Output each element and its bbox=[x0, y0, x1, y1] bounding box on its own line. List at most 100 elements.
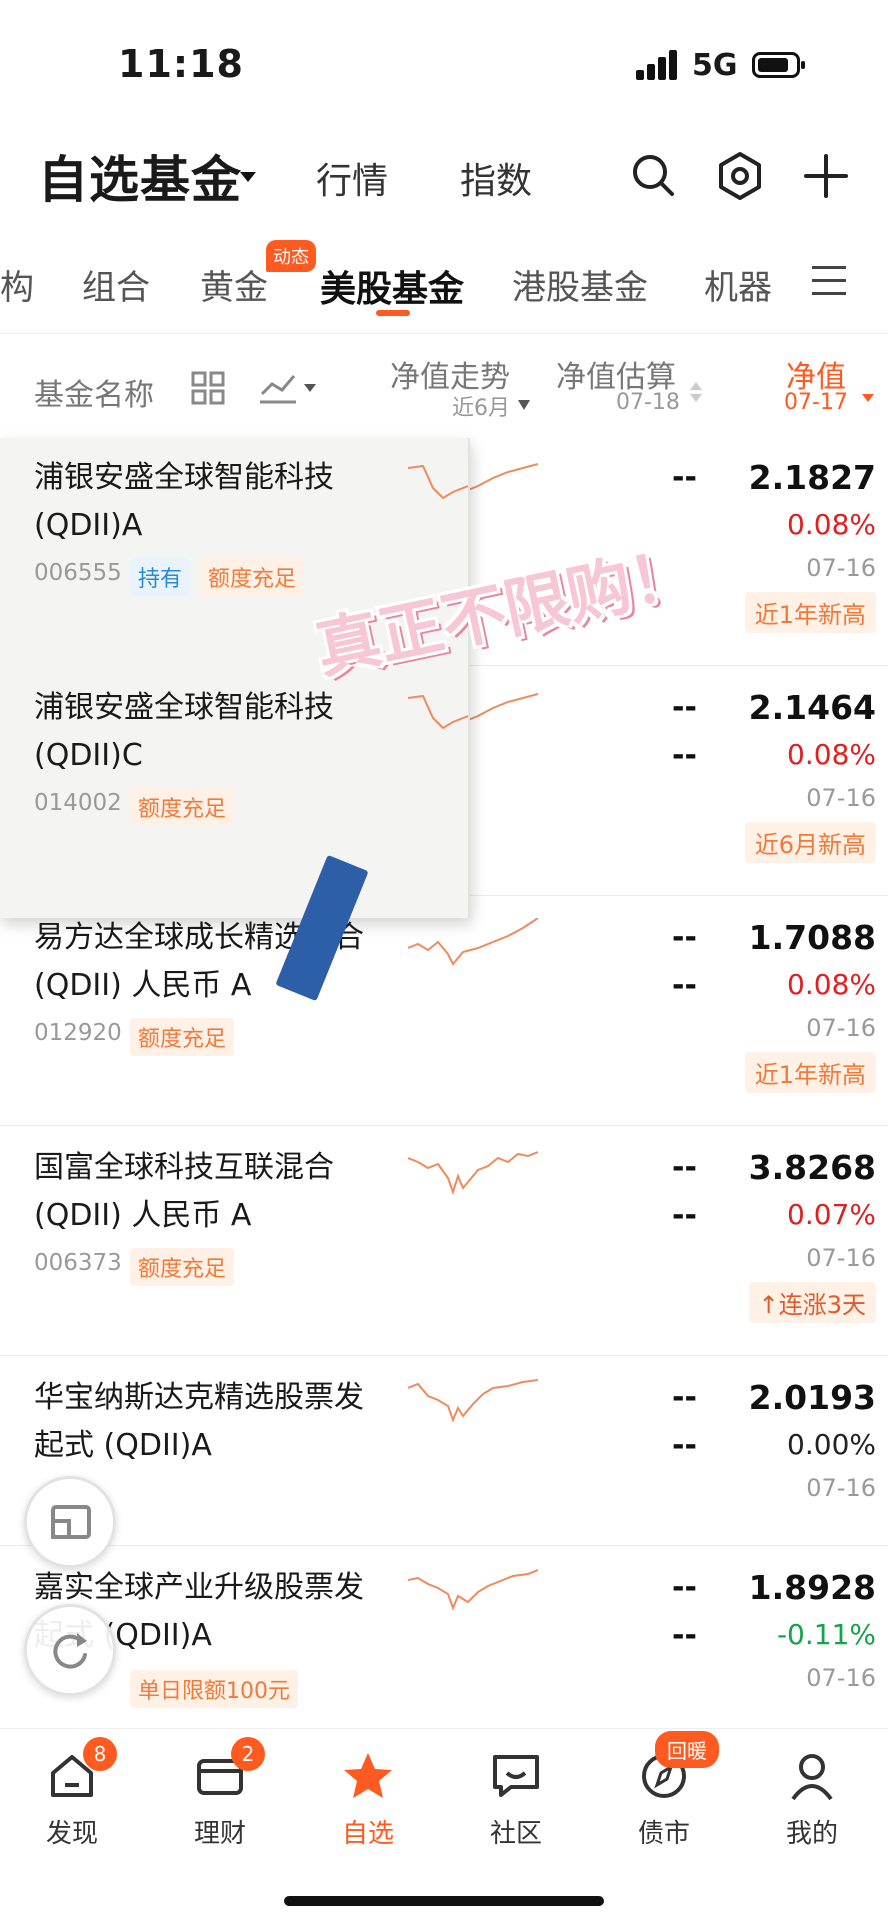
nav-value: 2.1827 bbox=[748, 458, 876, 497]
nav-change: -0.11% bbox=[776, 1618, 876, 1651]
photo-frame-overlay bbox=[0, 438, 470, 918]
settings-icon[interactable] bbox=[712, 148, 768, 204]
quota-chip: 额度充足 bbox=[130, 1248, 235, 1286]
nav-change: 0.08% bbox=[787, 738, 876, 771]
estimate-value: -- bbox=[672, 1380, 697, 1415]
trend-dropdown-icon[interactable] bbox=[518, 400, 530, 410]
nav-label: 社区 bbox=[489, 1819, 542, 1849]
up-arrow-icon: ↑ bbox=[758, 1291, 779, 1319]
status-badge: 回暖 bbox=[655, 1731, 719, 1768]
fund-name: 华宝纳斯达克精选股票发起式 (QDII)A bbox=[34, 1380, 364, 1463]
status-bar: 11:18 5G bbox=[0, 0, 888, 120]
tab-robot[interactable]: 机器 bbox=[704, 260, 772, 309]
nav-change: 0.00% bbox=[787, 1428, 876, 1461]
nav-label: 发现 bbox=[45, 1819, 98, 1849]
streak-tag: ↑连涨3天 bbox=[748, 1282, 876, 1323]
sparkline-chart bbox=[408, 1379, 538, 1423]
sort-up-icon[interactable] bbox=[690, 382, 702, 390]
col-nav-date: 07-17 bbox=[784, 390, 848, 415]
nav-label: 理财 bbox=[193, 1819, 246, 1849]
nav-community[interactable]: 社区 bbox=[466, 1749, 566, 1850]
sparkline-chart bbox=[408, 1569, 538, 1611]
fund-row[interactable]: 嘉实全球产业升级股票发起式 (QDII)A 单日限额100元 -- -- 1.8… bbox=[0, 1546, 888, 1736]
nav-label: 债市 bbox=[637, 1819, 690, 1849]
highlight-tag: 近6月新高 bbox=[744, 822, 876, 863]
nav-profile[interactable]: 我的 bbox=[762, 1749, 862, 1850]
highlight-tag: 近1年新高 bbox=[744, 1052, 876, 1093]
tab-portfolio[interactable]: 组合 bbox=[82, 260, 150, 309]
estimate-change: -- bbox=[672, 1428, 697, 1463]
nav-label: 我的 bbox=[785, 1819, 838, 1849]
nav-change: 0.07% bbox=[787, 1198, 876, 1231]
sparkline-chart bbox=[408, 1151, 538, 1196]
highlight-tag: 近1年新高 bbox=[744, 592, 876, 633]
estimate-change: -- bbox=[672, 1618, 697, 1653]
nav-wealth[interactable]: 2 理财 bbox=[170, 1737, 270, 1850]
nav-value: 1.8928 bbox=[748, 1568, 876, 1607]
chat-icon bbox=[493, 1755, 539, 1797]
fund-row[interactable]: 易方达全球成长精选混合 (QDII) 人民币 A 012920 额度充足 -- … bbox=[0, 896, 888, 1126]
nav-value: 3.8268 bbox=[748, 1148, 876, 1187]
nav-date: 07-16 bbox=[806, 554, 876, 582]
estimate-change: -- bbox=[672, 968, 697, 1003]
nav-bond-market[interactable]: 回暖 债市 bbox=[614, 1731, 719, 1850]
fund-row[interactable]: 国富全球科技互联混合 (QDII) 人民币 A 006373 额度充足 -- -… bbox=[0, 1126, 888, 1356]
network-label: 5G bbox=[692, 48, 738, 83]
tab-us-stock-funds[interactable]: 美股基金 bbox=[320, 260, 464, 312]
active-tab-indicator bbox=[376, 310, 410, 316]
tab-partial[interactable]: 构 bbox=[0, 260, 34, 309]
title-dropdown-icon[interactable] bbox=[240, 172, 256, 182]
nav-index[interactable]: 指数 bbox=[460, 152, 532, 204]
sparkline-chart bbox=[408, 918, 538, 966]
estimate-value: -- bbox=[672, 1150, 697, 1185]
mini-window-button[interactable] bbox=[24, 1476, 116, 1568]
tab-gold[interactable]: 黄金 bbox=[200, 260, 268, 309]
refresh-button[interactable] bbox=[24, 1604, 116, 1696]
star-icon bbox=[344, 1753, 392, 1798]
nav-change: 0.08% bbox=[787, 968, 876, 1001]
app-header: 自选基金 行情 指数 bbox=[0, 130, 888, 230]
daily-limit-chip: 单日限额100元 bbox=[130, 1670, 298, 1708]
nav-date: 07-16 bbox=[806, 1244, 876, 1272]
fund-code: 006373 bbox=[34, 1250, 122, 1276]
home-indicator bbox=[284, 1896, 604, 1906]
grid-view-icon[interactable] bbox=[190, 370, 226, 406]
estimate-change: -- bbox=[672, 738, 697, 773]
search-icon[interactable] bbox=[626, 148, 682, 204]
bottom-navigation: 8 发现 2 理财 自选 社区 回暖 债市 我的 bbox=[0, 1728, 888, 1858]
estimate-value: -- bbox=[672, 920, 697, 955]
quota-chip: 额度充足 bbox=[130, 1018, 235, 1056]
estimate-value: -- bbox=[672, 690, 697, 725]
notification-badge: 8 bbox=[83, 1737, 117, 1771]
col-trend-sub: 近6月 bbox=[452, 396, 510, 421]
nav-change: 0.08% bbox=[787, 508, 876, 541]
page-title[interactable]: 自选基金 bbox=[38, 140, 242, 212]
nav-label: 自选 bbox=[341, 1819, 394, 1849]
nav-watchlist[interactable]: 自选 bbox=[318, 1749, 418, 1850]
estimate-value: -- bbox=[672, 1570, 697, 1605]
notification-badge: 2 bbox=[231, 1737, 265, 1771]
col-fund-name[interactable]: 基金名称 bbox=[34, 370, 154, 414]
sort-down-icon[interactable] bbox=[690, 394, 702, 402]
sort-active-icon[interactable] bbox=[862, 394, 874, 402]
nav-discover[interactable]: 8 发现 bbox=[22, 1737, 122, 1850]
fund-code: 012920 bbox=[34, 1020, 122, 1046]
tab-hk-stock-funds[interactable]: 港股基金 bbox=[512, 260, 648, 309]
window-icon bbox=[51, 1505, 91, 1539]
chart-type-icon[interactable] bbox=[258, 368, 322, 408]
signal-icon bbox=[636, 50, 680, 80]
estimate-value: -- bbox=[672, 460, 697, 495]
nav-value: 2.0193 bbox=[748, 1378, 876, 1417]
add-icon[interactable] bbox=[798, 148, 854, 204]
estimate-change: -- bbox=[672, 1198, 697, 1233]
fund-name: 国富全球科技互联混合 (QDII) 人民币 A bbox=[34, 1150, 334, 1233]
tab-badge: 动态 bbox=[266, 240, 316, 272]
column-header: 基金名称 净值走势 近6月 净值估算 07-18 净值 07-17 bbox=[0, 333, 888, 435]
nav-market[interactable]: 行情 bbox=[316, 152, 388, 204]
user-icon bbox=[791, 1754, 833, 1801]
clock: 11:18 bbox=[118, 42, 244, 86]
col-estimate-date: 07-18 bbox=[616, 390, 680, 415]
nav-date: 07-16 bbox=[806, 1474, 876, 1502]
menu-icon[interactable] bbox=[812, 266, 848, 300]
fund-row[interactable]: 华宝纳斯达克精选股票发起式 (QDII)A -- -- 2.0193 0.00%… bbox=[0, 1356, 888, 1546]
